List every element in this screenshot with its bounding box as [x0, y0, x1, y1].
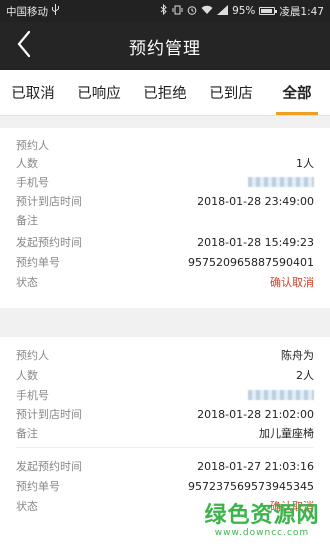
- row-label: 人数: [16, 157, 38, 170]
- signal-icon: [217, 4, 229, 18]
- alarm-icon: [187, 5, 197, 18]
- row-value: 2人: [296, 369, 314, 382]
- battery-icon: [259, 7, 278, 15]
- status-value: 确认取消: [270, 276, 314, 289]
- status-bar: 中国移动 95% 凌晨1:47: [0, 0, 330, 22]
- tab-arrived[interactable]: 已到店: [198, 70, 264, 115]
- row-label: 预约人: [16, 349, 49, 362]
- booking-row-note: 备注 加儿童座椅: [16, 424, 314, 442]
- tab-all[interactable]: 全部: [264, 70, 330, 115]
- row-value: 957520965887590401: [188, 255, 314, 269]
- booking-row-order-no: 预约单号 957520965887590401: [16, 253, 314, 271]
- booking-row-phone: 手机号: [16, 173, 314, 191]
- booking-row-created: 发起预约时间 2018-01-27 21:03:16: [16, 457, 314, 475]
- row-label: 手机号: [16, 176, 49, 189]
- redacted-phone: [248, 390, 314, 400]
- row-label: 预约单号: [16, 256, 60, 269]
- tab-responded[interactable]: 已响应: [66, 70, 132, 115]
- row-value: 2018-01-28 21:02:00: [197, 407, 314, 421]
- row-value: 1人: [296, 157, 314, 170]
- row-value: 2018-01-27 21:03:16: [197, 459, 314, 473]
- row-value: 2018-01-28 15:49:23: [197, 235, 314, 249]
- row-label: 发起预约时间: [16, 460, 82, 473]
- row-value: 加儿童座椅: [259, 427, 314, 440]
- watermark-url: www.downcc.com: [214, 528, 310, 538]
- row-label: 备注: [16, 427, 38, 440]
- vibrate-icon: [172, 5, 183, 18]
- row-label: 备注: [16, 214, 38, 227]
- booking-row-note: 备注: [16, 211, 314, 229]
- watermark: 绿色资源网 www.downcc.com: [202, 498, 322, 544]
- row-label: 状态: [16, 500, 38, 513]
- booking-row-order-no: 预约单号 957237569573945345: [16, 477, 314, 495]
- booking-row-eta: 预计到店时间 2018-01-28 21:02:00: [16, 405, 314, 423]
- battery-percent: 95%: [232, 5, 256, 17]
- section-divider: [16, 447, 314, 448]
- row-label: 手机号: [16, 389, 49, 402]
- usb-icon: [51, 4, 60, 18]
- clock-label: 凌晨1:47: [279, 5, 324, 18]
- booking-row-name: 预约人: [16, 136, 314, 154]
- row-label: 预约单号: [16, 480, 60, 493]
- row-value: 2018-01-28 23:49:00: [197, 194, 314, 208]
- chevron-left-icon: [16, 30, 32, 62]
- booking-row-count: 人数 1人: [16, 154, 314, 172]
- wifi-icon: [201, 5, 213, 18]
- row-label: 预约人: [16, 139, 49, 152]
- row-label: 状态: [16, 276, 38, 289]
- row-label: 预计到店时间: [16, 408, 82, 421]
- row-label: 发起预约时间: [16, 236, 82, 249]
- navigation-bar: 预约管理: [0, 22, 330, 70]
- filter-tabs: 已取消 已响应 已拒绝 已到店 全部: [0, 70, 330, 116]
- bluetooth-icon: [160, 3, 168, 18]
- tab-rejected[interactable]: 已拒绝: [132, 70, 198, 115]
- booking-row-status: 状态 确认取消: [16, 273, 314, 291]
- row-label: 人数: [16, 369, 38, 382]
- tab-cancelled[interactable]: 已取消: [0, 70, 66, 115]
- watermark-text: 绿色资源网: [204, 503, 320, 528]
- booking-row-phone: 手机号: [16, 386, 314, 404]
- row-label: 预计到店时间: [16, 195, 82, 208]
- row-value: 陈舟为: [281, 349, 314, 362]
- back-button[interactable]: [12, 28, 36, 64]
- row-value: 957237569573945345: [188, 479, 314, 493]
- redacted-phone: [248, 177, 314, 187]
- booking-row-eta: 预计到店时间 2018-01-28 23:49:00: [16, 192, 314, 210]
- booking-card[interactable]: 预约人 人数 1人 手机号 预计到店时间 2018-01-28 23:49:00…: [0, 128, 330, 308]
- booking-row-created: 发起预约时间 2018-01-28 15:49:23: [16, 233, 314, 251]
- booking-row-count: 人数 2人: [16, 366, 314, 384]
- booking-row-name: 预约人 陈舟为: [16, 346, 314, 364]
- page-title: 预约管理: [129, 38, 201, 59]
- carrier-label: 中国移动: [6, 5, 48, 18]
